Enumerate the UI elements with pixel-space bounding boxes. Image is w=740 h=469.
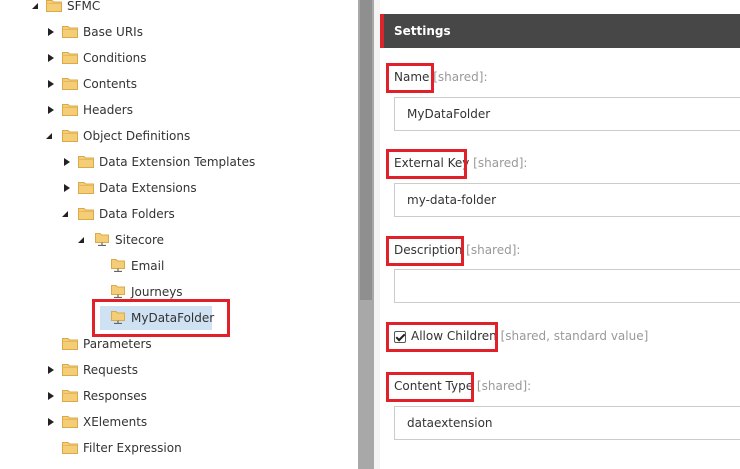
- allow-children-note: [shared, standard value]: [496, 329, 649, 343]
- tree-item-sfmc[interactable]: SFMC: [0, 0, 358, 19]
- content-tree: SFMC Base URIs Conditions Contents Heade…: [0, 0, 358, 469]
- name-input[interactable]: [394, 97, 740, 131]
- folder-icon: [62, 363, 78, 376]
- tree-item-requests[interactable]: Requests: [0, 357, 358, 383]
- tree-item-data-extension-templates[interactable]: Data Extension Templates: [0, 149, 358, 175]
- description-label-row: Description [shared]:: [394, 243, 520, 257]
- network-folder-icon: [94, 233, 110, 246]
- folder-icon: [62, 441, 78, 454]
- folder-icon: [62, 103, 78, 116]
- tree-item-xelements[interactable]: XElements: [0, 409, 358, 435]
- tree-item-contents[interactable]: Contents: [0, 71, 358, 97]
- folder-icon: [62, 77, 78, 90]
- tree-item-mydatafolder[interactable]: MyDataFolder: [0, 305, 358, 331]
- tree-item-base-uris[interactable]: Base URIs: [0, 19, 358, 45]
- tree-item-label: Data Extension Templates: [99, 155, 256, 169]
- tree-item-filter-expression[interactable]: Filter Expression: [0, 435, 358, 461]
- expand-toggle-icon[interactable]: [46, 123, 56, 149]
- tree-item-label: Sitecore: [115, 233, 165, 247]
- tree-scrollbar-thumb[interactable]: [360, 0, 372, 300]
- folder-icon: [62, 25, 78, 38]
- tree-item-headers[interactable]: Headers: [0, 97, 358, 123]
- expand-toggle-icon[interactable]: [78, 227, 88, 253]
- external-key-label: External Key: [394, 156, 470, 170]
- folder-icon: [78, 155, 94, 168]
- collapse-toggle-icon[interactable]: [62, 175, 72, 201]
- tree-item-label: Object Definitions: [83, 129, 191, 143]
- tree-item-email[interactable]: Email: [0, 253, 358, 279]
- description-label: Description: [394, 243, 463, 257]
- external-key-input[interactable]: [394, 183, 740, 217]
- tree-item-label: Contents: [83, 77, 137, 91]
- settings-section-header[interactable]: Settings: [380, 14, 740, 48]
- tree-item-label: SFMC: [67, 0, 101, 13]
- collapse-toggle-icon[interactable]: [46, 409, 56, 435]
- content-type-input[interactable]: [394, 406, 740, 440]
- tree-item-label: Responses: [83, 389, 147, 403]
- tree-item-label: Requests: [83, 363, 138, 377]
- folder-icon: [62, 389, 78, 402]
- collapse-toggle-icon[interactable]: [46, 383, 56, 409]
- allow-children-checkbox[interactable]: [394, 331, 406, 343]
- tree-item-label: MyDataFolder: [131, 311, 215, 325]
- tree-item-object-definitions[interactable]: Object Definitions: [0, 123, 358, 149]
- network-folder-icon: [110, 285, 126, 298]
- network-folder-icon: [110, 311, 126, 324]
- content-type-label: Content Type: [394, 379, 474, 393]
- tree-item-label: Email: [131, 259, 165, 273]
- tree-item-label: XElements: [83, 415, 148, 429]
- tree-item-label: Base URIs: [83, 25, 143, 39]
- collapse-toggle-icon[interactable]: [46, 19, 56, 45]
- description-note: [shared]:: [462, 243, 521, 257]
- tree-item-label: Data Extensions: [99, 181, 197, 195]
- expand-toggle-icon[interactable]: [62, 201, 72, 227]
- name-label: Name: [394, 70, 430, 84]
- tree-item-label: Data Folders: [99, 207, 175, 221]
- tree-item-parameters[interactable]: Parameters: [0, 331, 358, 357]
- folder-icon: [78, 181, 94, 194]
- collapse-toggle-icon[interactable]: [46, 357, 56, 383]
- allow-children-label-row: Allow Children [shared, standard value]: [411, 329, 648, 343]
- tree-item-responses[interactable]: Responses: [0, 383, 358, 409]
- external-key-label-row: External Key [shared]:: [394, 156, 527, 170]
- collapse-toggle-icon[interactable]: [46, 45, 56, 71]
- content-type-label-row: Content Type [shared]:: [394, 379, 531, 393]
- network-folder-icon: [110, 259, 126, 272]
- tree-item-label: Filter Expression: [83, 441, 182, 455]
- folder-icon: [62, 337, 78, 350]
- description-input[interactable]: [394, 269, 740, 303]
- folder-icon: [46, 0, 62, 12]
- tree-item-sitecore[interactable]: Sitecore: [0, 227, 358, 253]
- allow-children-label: Allow Children: [411, 329, 497, 343]
- content-type-note: [shared]:: [473, 379, 532, 393]
- tree-item-label: Headers: [83, 103, 133, 117]
- editor-pane: Settings Name [shared]: External Key [sh…: [380, 0, 740, 469]
- tree-item-data-extensions[interactable]: Data Extensions: [0, 175, 358, 201]
- external-key-note: [shared]:: [469, 156, 528, 170]
- settings-title: Settings: [394, 24, 451, 38]
- tree-item-journeys[interactable]: Journeys: [0, 279, 358, 305]
- tree-item-label: Conditions: [83, 51, 147, 65]
- collapse-toggle-icon[interactable]: [46, 71, 56, 97]
- tree-item-label: Parameters: [83, 337, 152, 351]
- folder-icon: [62, 51, 78, 64]
- collapse-toggle-icon[interactable]: [62, 149, 72, 175]
- folder-icon: [62, 415, 78, 428]
- name-note: [shared]:: [429, 70, 488, 84]
- tree-item-conditions[interactable]: Conditions: [0, 45, 358, 71]
- name-field-label-row: Name [shared]:: [394, 70, 488, 84]
- collapse-toggle-icon[interactable]: [46, 97, 56, 123]
- tree-item-label: Journeys: [131, 285, 183, 299]
- folder-icon: [78, 207, 94, 220]
- folder-icon: [62, 129, 78, 142]
- tree-item-data-folders[interactable]: Data Folders: [0, 201, 358, 227]
- expand-toggle-icon[interactable]: [32, 0, 42, 19]
